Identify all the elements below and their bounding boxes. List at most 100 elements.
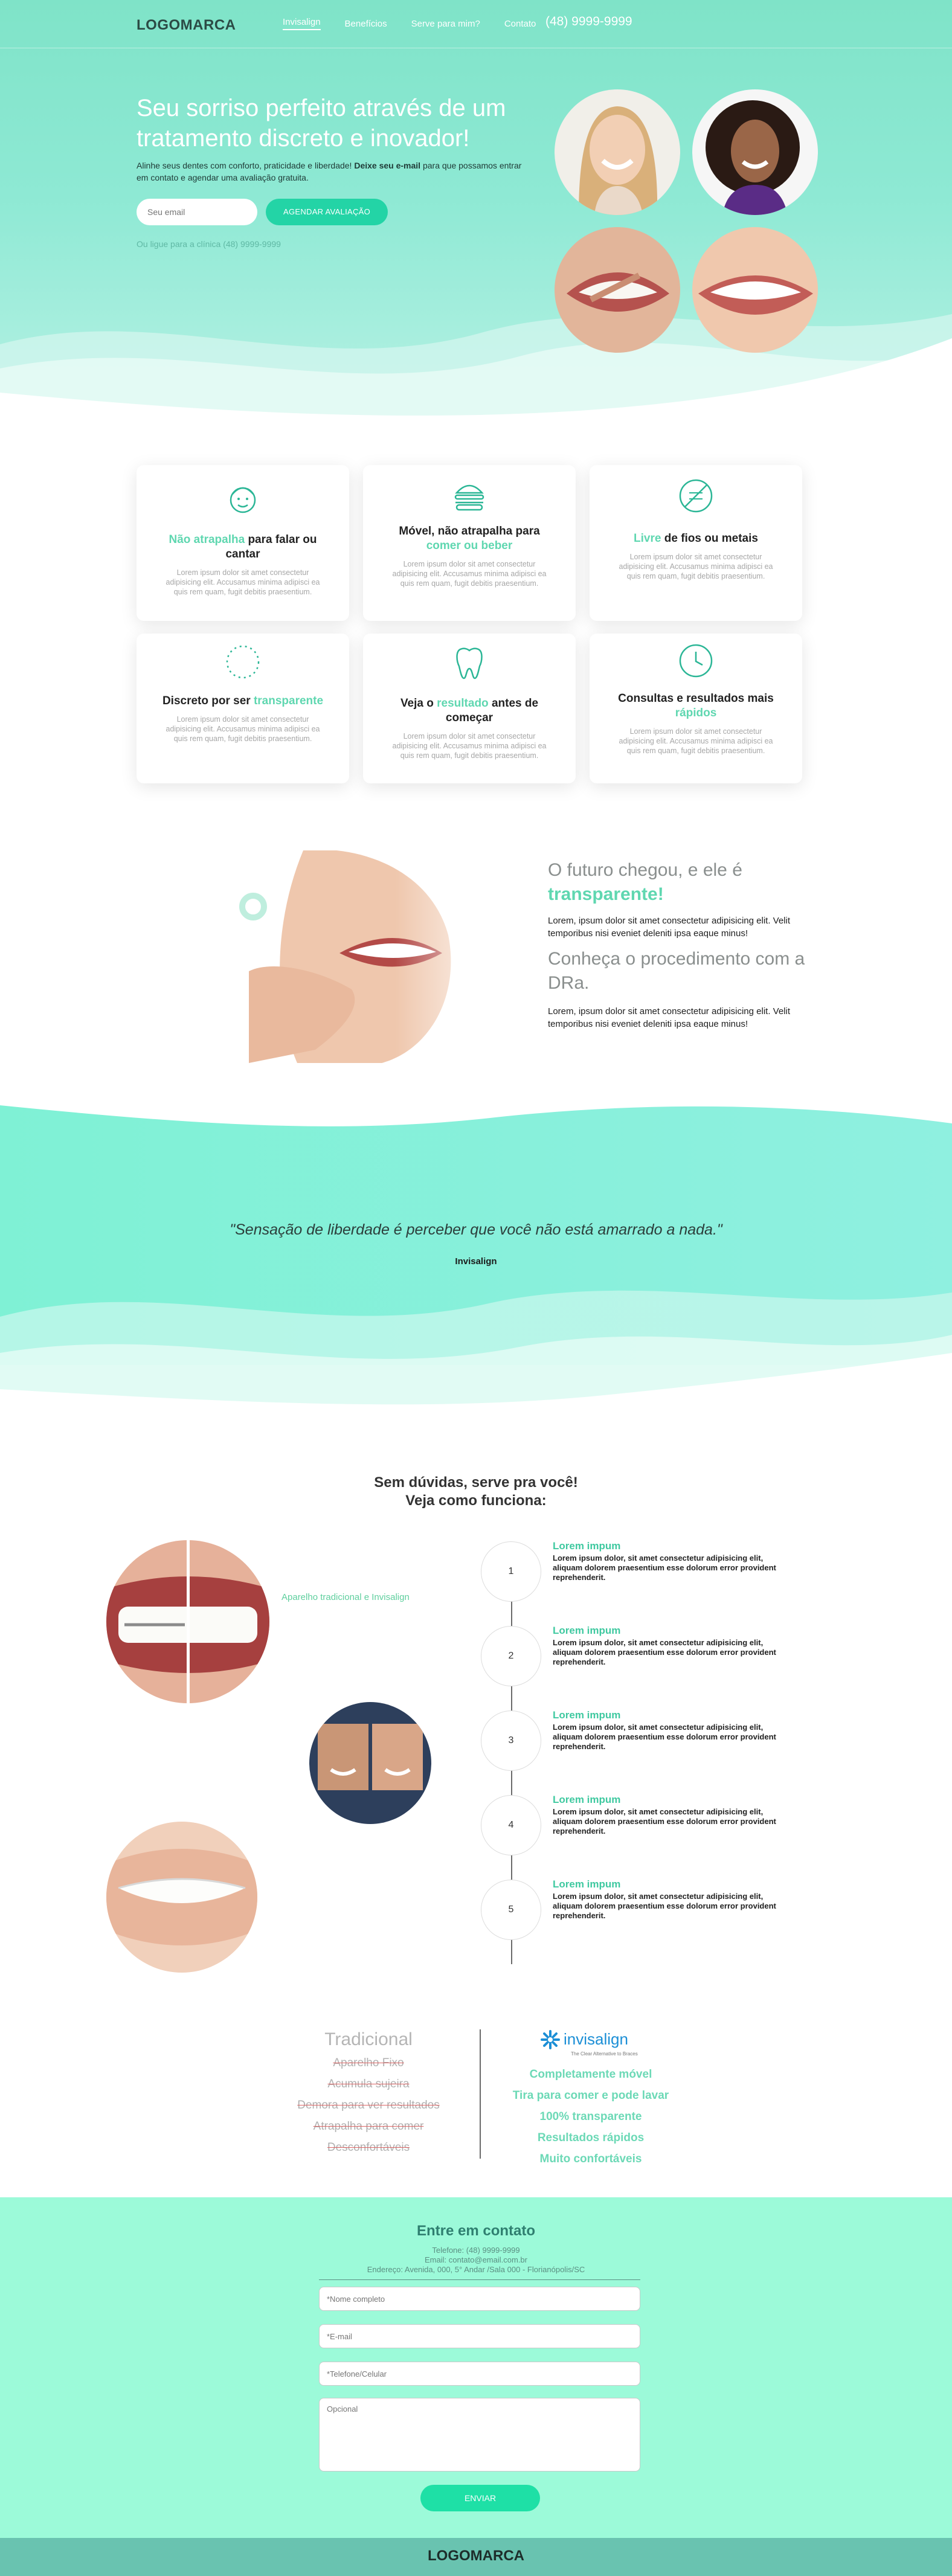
feature-title-highlight: comer ou beber — [426, 539, 513, 552]
feature-title: Discreto por ser transparente — [155, 694, 331, 708]
quote-text: "Sensação de liberdade é perceber que vo… — [230, 1221, 722, 1238]
step-title: Lorem impum — [553, 1794, 621, 1805]
smiling-woman-photo — [555, 89, 680, 215]
step-text: Lorem ipsum dolor, sit amet consectetur … — [553, 1553, 776, 1582]
feature-text: Lorem ipsum dolor sit amet consectetur a… — [619, 553, 773, 580]
contact-address: Endereço: Avenida, 000, 5° Andar /Sala 0… — [367, 2265, 585, 2274]
about-text: Lorem, ipsum dolor sit amet consectetur … — [548, 1006, 791, 1029]
feature-title: Livre de fios ou metais — [608, 532, 784, 546]
footer-logo: LOGOMARCA — [428, 2548, 524, 2564]
feature-card: Não atrapalha para falar ou cantar Lorem… — [137, 465, 349, 621]
contact-email: Email: contato@email.com.br — [425, 2255, 527, 2264]
step-number: 4 — [481, 1795, 541, 1855]
feature-title-highlight: transparente — [253, 695, 324, 707]
aligner-on-teeth-photo — [106, 1822, 257, 1973]
feature-title-text: Consultas e resultados mais — [618, 692, 774, 705]
traditional-item: Acumula sujeira — [327, 2078, 410, 2090]
feature-text: Lorem ipsum dolor sit amet consectetur a… — [166, 715, 320, 743]
feature-card: Consultas e resultados mais rápidos Lore… — [590, 634, 802, 783]
invisalign-logo-text: invisalign — [564, 2030, 628, 2048]
nav-link-beneficios[interactable]: Benefícios — [345, 19, 387, 29]
feature-title-highlight: Livre — [634, 532, 661, 545]
traditional-item: Desconfortáveis — [327, 2141, 410, 2154]
feature-title: Consultas e resultados mais rápidos — [608, 692, 784, 721]
top-nav: LOGOMARCA Invisalign Benefícios Serve pa… — [0, 0, 952, 48]
invisalign-benefit: 100% transparente — [539, 2110, 642, 2123]
dotted-circle-icon — [226, 645, 260, 679]
invisalign-tagline: The Clear Alternative to Braces — [571, 2051, 638, 2057]
contact-title: Entre em contato — [416, 2223, 536, 2239]
about-heading-highlight: transparente! — [548, 884, 664, 904]
step-number: 2 — [481, 1626, 541, 1686]
traditional-item: Atrapalha para comer — [313, 2120, 424, 2133]
tooth-icon — [456, 647, 483, 679]
nav-link-invisalign[interactable]: Invisalign — [283, 17, 321, 30]
contact-divider — [319, 2279, 640, 2280]
step-number: 1 — [481, 1541, 541, 1602]
hero-section: LOGOMARCA Invisalign Benefícios Serve pa… — [0, 0, 952, 435]
schedule-evaluation-button[interactable]: AGENDAR AVALIAÇÃO — [266, 199, 388, 225]
step-number: 5 — [481, 1880, 541, 1940]
step-title: Lorem impum — [553, 1709, 621, 1721]
traditional-title: Tradicional — [324, 2029, 413, 2049]
woman-placing-aligner-photo — [249, 850, 515, 1063]
decorative-ring — [239, 893, 267, 920]
teeth-aligner-closeup-photo — [555, 227, 680, 353]
feature-text: Lorem ipsum dolor sit amet consectetur a… — [392, 732, 547, 760]
email-field[interactable] — [319, 2324, 640, 2348]
feature-text: Lorem ipsum dolor sit amet consectetur a… — [166, 568, 320, 596]
face-icon — [230, 487, 256, 513]
how-it-works-title: Sem dúvidas, serve pra você! Veja como f… — [0, 1474, 952, 1510]
invisalign-star-icon — [541, 2030, 560, 2049]
phone-field[interactable] — [319, 2362, 640, 2386]
step-title: Lorem impum — [553, 1878, 621, 1890]
quote-author: Invisalign — [455, 1256, 497, 1267]
no-wires-icon — [679, 479, 713, 513]
before-after-smile-photo — [309, 1702, 431, 1824]
invisalign-logo: invisalign The Clear Alternative to Brac… — [541, 2030, 638, 2057]
how-title-line: Veja como funciona: — [405, 1492, 547, 1509]
nav-link-serve-para-mim[interactable]: Serve para mim? — [411, 19, 480, 29]
traditional-item: Aparelho Fixo — [333, 2057, 404, 2069]
feature-title-text: Móvel, não atrapalha para — [399, 525, 540, 538]
step-text: Lorem ipsum dolor, sit amet consectetur … — [553, 1807, 776, 1836]
step-text: Lorem ipsum dolor, sit amet consectetur … — [553, 1638, 776, 1666]
feature-title-highlight: Não atrapalha — [169, 533, 245, 546]
logo[interactable]: LOGOMARCA — [137, 17, 236, 34]
contact-phone: Telefone: (48) 9999-9999 — [432, 2246, 520, 2255]
feature-title: Veja o resultado antes de começar — [381, 696, 558, 725]
hero-subtitle-bold: Deixe seu e-mail — [354, 161, 421, 170]
step-number: 3 — [481, 1710, 541, 1771]
braces-vs-aligner-photo — [106, 1540, 269, 1703]
feature-title-highlight: rápidos — [675, 707, 717, 719]
feature-card: Veja o resultado antes de começar Lorem … — [363, 634, 576, 783]
hero-email-input[interactable] — [137, 199, 257, 225]
feature-text: Lorem ipsum dolor sit amet consectetur a… — [619, 727, 773, 755]
optional-message-field[interactable] — [319, 2398, 640, 2472]
quote-band — [0, 1105, 952, 1462]
nav-link-contato[interactable]: Contato — [504, 19, 536, 29]
traditional-item: Demora para ver resultados — [297, 2099, 440, 2112]
how-caption: Aparelho tradicional e Invisalign — [281, 1592, 410, 1602]
send-button[interactable]: ENVIAR — [420, 2485, 540, 2511]
about-text: Lorem, ipsum dolor sit amet consectetur … — [548, 916, 791, 939]
feature-title-text: de fios ou metais — [664, 532, 758, 545]
hero-phone-note: Ou ligue para a clínica (48) 9999-9999 — [137, 239, 281, 249]
invisalign-benefit: Muito confortáveis — [539, 2153, 642, 2165]
nav-menu: Invisalign Benefícios Serve para mim? Co… — [283, 17, 560, 30]
step-title: Lorem impum — [553, 1625, 621, 1636]
hero-title: Seu sorriso perfeito através de um trata… — [137, 95, 506, 152]
feature-title-text: Discreto por ser — [162, 695, 251, 707]
hero-subtitle: Alinhe seus dentes com conforto, pratici… — [137, 159, 535, 184]
about-heading-procedure: Conheça o procedimento com a DRa. — [548, 949, 805, 993]
nav-phone[interactable]: (48) 9999-9999 — [545, 14, 632, 29]
feature-title-text: Veja o — [400, 697, 434, 710]
smiling-woman-curly-hair-photo — [692, 89, 818, 215]
smile-aligner-photo — [692, 227, 818, 353]
invisalign-benefit: Completamente móvel — [529, 2068, 652, 2081]
invisalign-benefit: Tira para comer e pode lavar — [512, 2089, 669, 2102]
clock-icon — [679, 644, 713, 678]
step-text: Lorem ipsum dolor, sit amet consectetur … — [553, 1723, 776, 1751]
name-field[interactable] — [319, 2287, 640, 2311]
feature-title: Não atrapalha para falar ou cantar — [155, 533, 331, 562]
